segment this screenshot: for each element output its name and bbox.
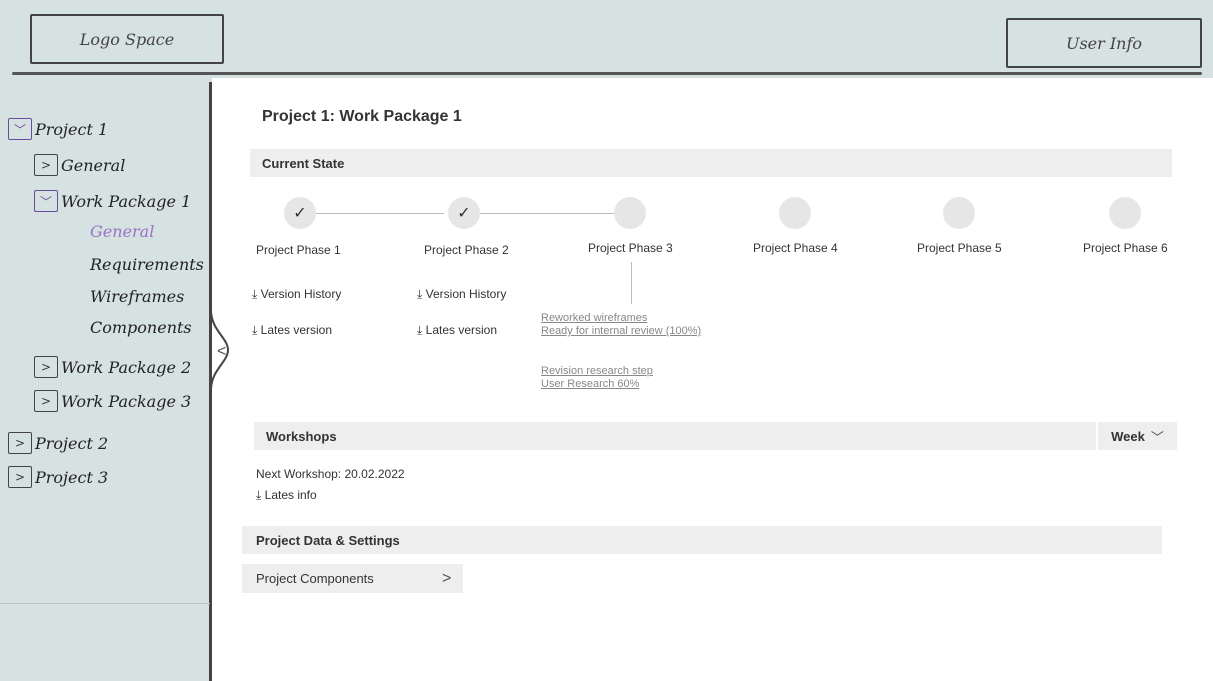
version-history-link[interactable]: ⤓ Version History bbox=[252, 287, 341, 302]
latest-info-link[interactable]: ⤓ Lates info bbox=[256, 488, 317, 503]
sidebar-page-requirements[interactable]: Requirements bbox=[90, 255, 204, 274]
phase-label: Project Phase 5 bbox=[917, 241, 1002, 255]
sidebar-item-project-3[interactable]: > Project 3 bbox=[8, 466, 108, 488]
phase-label: Project Phase 2 bbox=[424, 243, 509, 257]
phase-3-connector bbox=[631, 262, 632, 304]
chevron-down-icon: ﹀ bbox=[1150, 429, 1164, 445]
download-icon: ⤓ bbox=[417, 323, 423, 337]
sidebar-divider bbox=[0, 603, 210, 604]
sidebar-item-label: Work Package 3 bbox=[61, 391, 192, 411]
sidebar-item-general[interactable]: > General bbox=[34, 154, 125, 176]
download-icon: ⤓ bbox=[252, 287, 258, 301]
latest-version-link[interactable]: ⤓ Lates version bbox=[252, 323, 332, 338]
phase-6-circle[interactable] bbox=[1109, 197, 1141, 229]
section-title: Current State bbox=[262, 155, 345, 171]
chevron-right-icon[interactable]: > bbox=[34, 154, 58, 176]
download-icon: ⤓ bbox=[417, 287, 423, 301]
chevron-left-icon[interactable]: < bbox=[217, 343, 226, 361]
phase-3-circle[interactable] bbox=[614, 197, 646, 229]
sidebar-item-label: Work Package 2 bbox=[61, 357, 192, 377]
download-icon: ⤓ bbox=[256, 488, 262, 502]
chevron-right-icon[interactable]: > bbox=[8, 466, 32, 488]
phase-label: Project Phase 6 bbox=[1083, 241, 1168, 255]
logo[interactable]: Logo Space bbox=[30, 14, 224, 64]
next-workshop-date: Next Workshop: 20.02.2022 bbox=[256, 467, 405, 481]
chevron-down-icon[interactable]: ﹀ bbox=[34, 190, 58, 212]
sidebar-item-label: Work Package 1 bbox=[61, 191, 192, 211]
project-components-button[interactable]: Project Components > bbox=[242, 564, 463, 593]
project-components-label: Project Components bbox=[256, 571, 374, 586]
sidebar-item-project-1[interactable]: ﹀ Project 1 bbox=[8, 118, 108, 140]
phase-1-check-icon[interactable]: ✓ bbox=[284, 197, 316, 229]
sidebar-page-components[interactable]: Components bbox=[90, 318, 192, 337]
chevron-down-icon[interactable]: ﹀ bbox=[8, 118, 32, 140]
update-link-research[interactable]: Revision research step User Research 60% bbox=[541, 365, 653, 391]
sidebar-item-label: Project 1 bbox=[35, 119, 109, 139]
sidebar-item-work-package-2[interactable]: > Work Package 2 bbox=[34, 356, 191, 378]
header-divider bbox=[12, 72, 1202, 75]
phase-4-circle[interactable] bbox=[779, 197, 811, 229]
section-title: Project Data & Settings bbox=[256, 532, 400, 548]
phase-5-circle[interactable] bbox=[943, 197, 975, 229]
user-info-button[interactable]: User Info bbox=[1006, 18, 1202, 68]
settings-header: Project Data & Settings bbox=[242, 526, 1162, 554]
phase-connector bbox=[316, 213, 444, 214]
latest-version-link[interactable]: ⤓ Lates version bbox=[417, 323, 497, 338]
sidebar-item-work-package-1[interactable]: ﹀ Work Package 1 bbox=[34, 190, 191, 212]
phase-label: Project Phase 1 bbox=[256, 243, 341, 257]
sidebar-item-label: Project 2 bbox=[35, 433, 109, 453]
sidebar-page-general[interactable]: General bbox=[90, 222, 154, 241]
sidebar-item-label: General bbox=[61, 155, 126, 175]
chevron-right-icon[interactable]: > bbox=[34, 356, 58, 378]
current-state-header: Current State bbox=[250, 149, 1172, 177]
update-link-wireframes[interactable]: Reworked wireframes Ready for internal r… bbox=[541, 312, 701, 338]
phase-connector bbox=[480, 213, 615, 214]
chevron-right-icon[interactable]: > bbox=[8, 432, 32, 454]
download-icon: ⤓ bbox=[252, 323, 258, 337]
phase-label: Project Phase 4 bbox=[753, 241, 838, 255]
workshops-header: Workshops bbox=[254, 422, 1096, 450]
section-title: Workshops bbox=[266, 428, 337, 444]
sidebar-item-label: Project 3 bbox=[35, 467, 109, 487]
chevron-right-icon: > bbox=[442, 569, 452, 587]
sidebar-page-wireframes[interactable]: Wireframes bbox=[90, 287, 184, 306]
sidebar-item-work-package-3[interactable]: > Work Package 3 bbox=[34, 390, 191, 412]
sidebar-item-project-2[interactable]: > Project 2 bbox=[8, 432, 108, 454]
phase-label: Project Phase 3 bbox=[588, 241, 673, 255]
version-history-link[interactable]: ⤓ Version History bbox=[417, 287, 506, 302]
week-dropdown[interactable]: Week ﹀ bbox=[1098, 422, 1177, 450]
page-title: Project 1: Work Package 1 bbox=[262, 108, 462, 125]
phase-2-check-icon[interactable]: ✓ bbox=[448, 197, 480, 229]
chevron-right-icon[interactable]: > bbox=[34, 390, 58, 412]
